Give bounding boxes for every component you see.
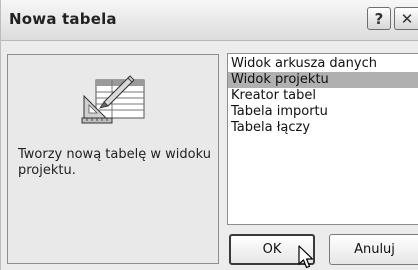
cancel-button[interactable]: Anuluj: [329, 234, 418, 265]
close-icon: ✕: [400, 9, 414, 28]
close-button[interactable]: ✕: [394, 7, 418, 30]
list-item[interactable]: Tabela łączy: [228, 120, 418, 136]
list-item[interactable]: Widok arkusza danych: [228, 56, 418, 72]
view-description: Tworzy nową tabelę w widoku projektu.: [18, 147, 211, 178]
help-icon: ?: [374, 9, 384, 28]
view-list[interactable]: Widok arkusza danych Widok projektu Kreato…: [227, 53, 418, 225]
list-item[interactable]: Tabela importu: [228, 104, 418, 120]
dialog-title: Nowa tabela: [9, 10, 117, 28]
preview-panel: Tworzy nową tabelę w widoku projektu.: [7, 54, 219, 264]
list-item[interactable]: Widok projektu: [228, 72, 418, 88]
list-item[interactable]: Kreator tabel: [228, 88, 418, 104]
ok-button[interactable]: OK: [229, 234, 315, 265]
table-design-icon: [81, 75, 145, 124]
help-button[interactable]: ?: [367, 7, 391, 30]
title-bar[interactable]: Nowa tabela ? ✕: [1, 0, 418, 41]
new-table-dialog: Nowa tabela ? ✕ Tworzy nową tabelę w wid…: [0, 0, 418, 270]
